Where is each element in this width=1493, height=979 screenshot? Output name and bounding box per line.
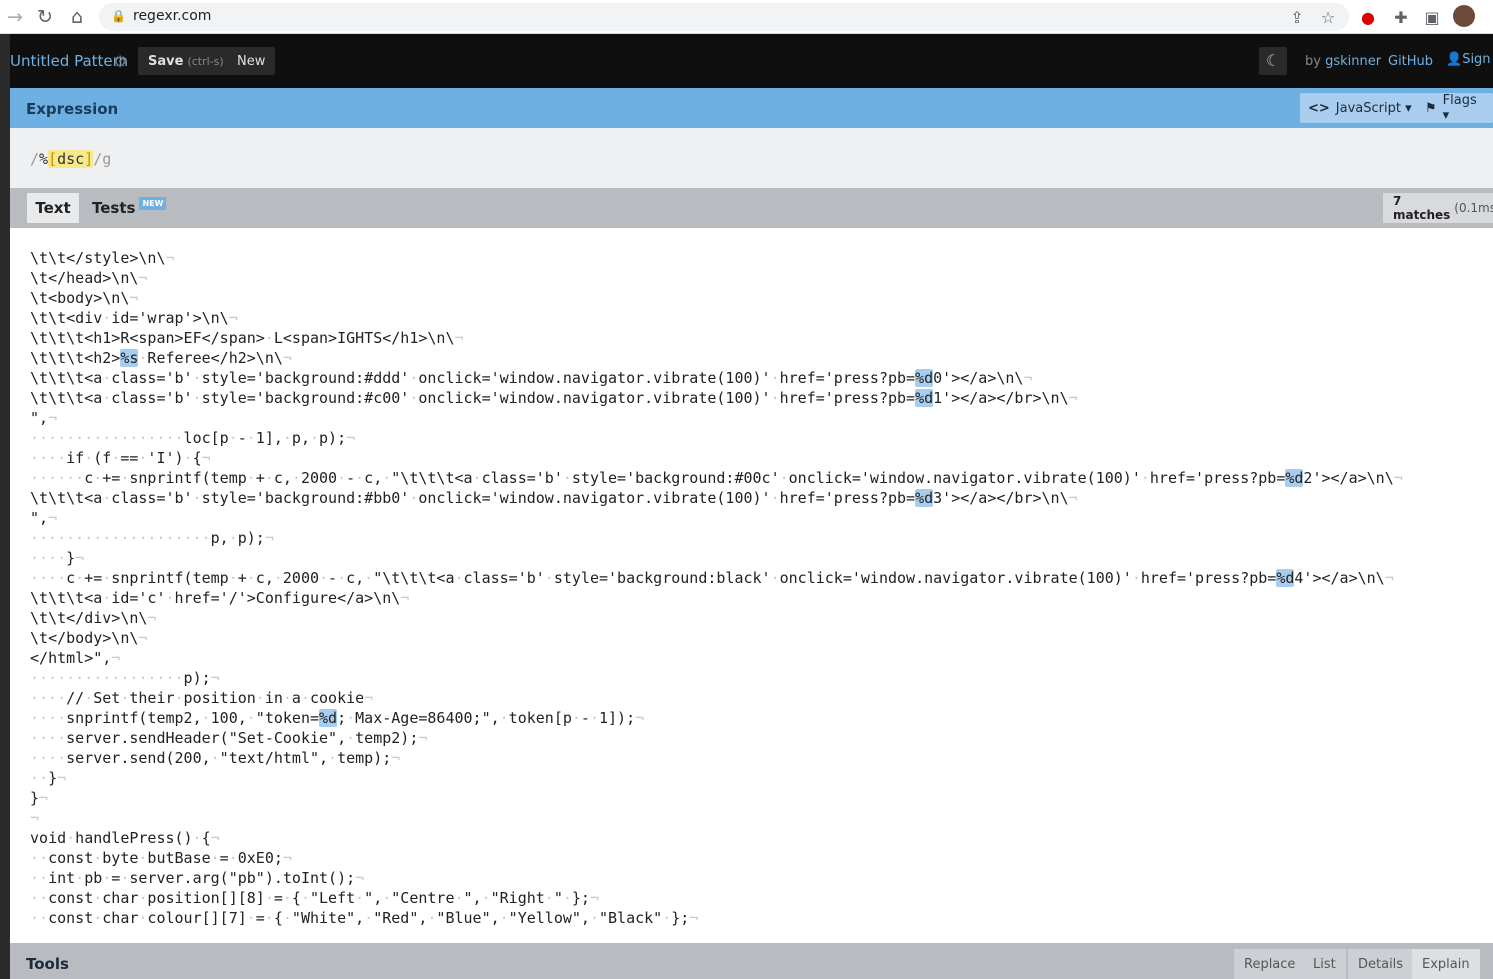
regex-match[interactable]: %s <box>120 349 139 367</box>
sign-label: Sign <box>1462 52 1491 67</box>
code-icon: <> <box>1308 100 1330 116</box>
tool-tab-replace[interactable]: Replace <box>1234 949 1306 979</box>
tools-bar: Tools Replace List Details Explain <box>10 943 1493 979</box>
reload-icon[interactable]: ↻ <box>32 4 58 30</box>
lock-icon: 🔒 <box>111 9 126 23</box>
expr-open-delimiter: / <box>30 150 40 168</box>
new-badge: NEW <box>139 196 167 210</box>
browser-toolbar: → ↻ ⌂ 🔒 regexr.com ⇪ ☆ ● ✚ ▣ <box>0 0 1493 34</box>
flag-icon: ⚑ <box>1425 100 1437 116</box>
test-text-editor[interactable]: \t\t</style>\n\¬ \t</head>\n\¬ \t<body>\… <box>10 228 1493 943</box>
github-link[interactable]: GitHub <box>1388 54 1433 69</box>
expression-editor[interactable]: /%[dsc]/g <box>10 128 1493 188</box>
regex-match[interactable]: %d <box>915 489 934 507</box>
engine-select[interactable]: <> JavaScript ▾ <box>1300 93 1420 123</box>
gear-icon[interactable]: ⚙ <box>113 52 127 71</box>
tool-tab-explain[interactable]: Explain <box>1412 949 1480 979</box>
match-count: 7 matches (0.1ms) <box>1383 193 1493 223</box>
expression-label: Expression <box>26 100 119 118</box>
flags-label: Flags ▾ <box>1442 93 1477 123</box>
tab-tests[interactable]: Tests NEW <box>80 193 178 223</box>
expr-literal: % <box>39 150 49 168</box>
save-button[interactable]: Save (ctrl-s) <box>138 47 234 75</box>
match-count-value: 7 matches <box>1393 194 1451 222</box>
share-icon[interactable]: ⇪ <box>1286 6 1308 28</box>
expression-input[interactable]: /%[dsc]/g <box>30 150 111 168</box>
text-panel-header: Text Tests NEW 7 matches (0.1ms) <box>10 188 1493 228</box>
char-class-body: dsc <box>57 150 85 168</box>
side-panel-icon[interactable]: ▣ <box>1421 6 1443 28</box>
expression-header: Expression <> JavaScript ▾ ⚑ Flags ▾ <box>10 88 1493 128</box>
match-time: (0.1ms) <box>1454 201 1493 215</box>
bookmark-star-icon[interactable]: ☆ <box>1317 6 1339 28</box>
expr-flags: g <box>102 150 112 168</box>
author-link[interactable]: gskinner <box>1325 54 1381 69</box>
left-accent-bar <box>0 34 10 979</box>
sign-in-link[interactable]: 👤Sign <box>1446 52 1491 67</box>
expr-close-delimiter: / <box>93 150 103 168</box>
new-button[interactable]: New <box>227 47 276 75</box>
tool-tab-list[interactable]: List <box>1303 949 1346 979</box>
regex-match[interactable]: %d <box>915 389 934 407</box>
extension-badge-icon[interactable]: ● <box>1357 6 1379 28</box>
extensions-puzzle-icon[interactable]: ✚ <box>1390 6 1412 28</box>
back-icon[interactable]: → <box>2 4 28 30</box>
byline-prefix: by <box>1305 54 1321 69</box>
regex-match[interactable]: %d <box>1285 469 1304 487</box>
tools-label: Tools <box>26 955 69 973</box>
engine-label: JavaScript ▾ <box>1335 100 1412 116</box>
pattern-title[interactable]: Untitled Pattern <box>10 52 128 70</box>
home-icon[interactable]: ⌂ <box>64 4 90 30</box>
regex-match[interactable]: %d <box>1276 569 1295 587</box>
byline: by gskinner <box>1305 54 1381 69</box>
char-class-close: ] <box>84 150 94 168</box>
tool-tab-details[interactable]: Details <box>1348 949 1414 979</box>
char-class-open: [ <box>48 150 58 168</box>
tests-label: Tests <box>92 199 136 217</box>
char-class: [dsc] <box>48 150 94 168</box>
save-shortcut: (ctrl-s) <box>187 54 224 68</box>
profile-avatar[interactable] <box>1453 5 1475 27</box>
flags-select[interactable]: ⚑ Flags ▾ <box>1417 93 1493 123</box>
user-icon: 👤 <box>1446 52 1463 67</box>
save-label: Save <box>148 53 184 69</box>
regex-match[interactable]: %d <box>319 709 338 727</box>
url-text[interactable]: regexr.com <box>133 8 211 24</box>
regex-match[interactable]: %d <box>915 369 934 387</box>
tab-text[interactable]: Text <box>27 193 79 223</box>
moon-icon[interactable]: ☾ <box>1259 47 1287 75</box>
address-bar[interactable]: 🔒 regexr.com <box>99 3 1349 31</box>
test-text-content[interactable]: \t\t</style>\n\¬ \t</head>\n\¬ \t<body>\… <box>30 248 1403 928</box>
